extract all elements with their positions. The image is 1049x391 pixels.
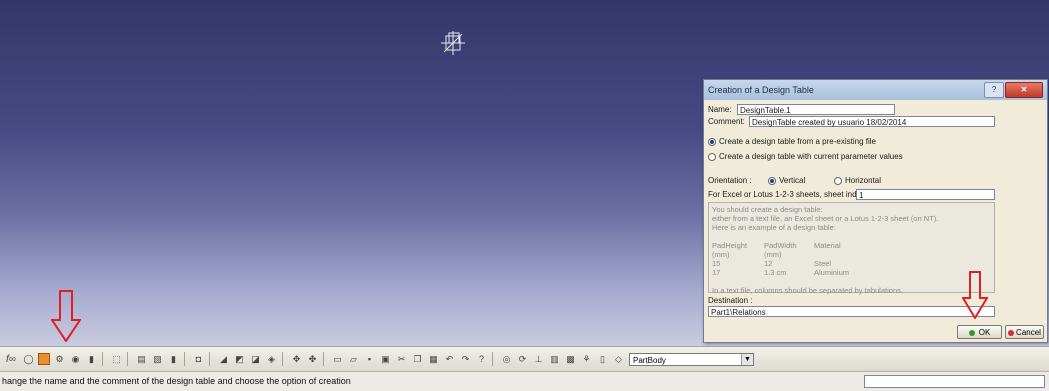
- help-button[interactable]: ?: [984, 82, 1004, 98]
- cut-icon[interactable]: ✂: [395, 353, 408, 366]
- example-header-row: PadHeight (mm) PadWidth (mm) Material: [712, 241, 841, 259]
- separator: [323, 352, 324, 366]
- pocket-icon[interactable]: ▧: [151, 353, 164, 366]
- formula-icon[interactable]: f∞: [3, 353, 19, 366]
- swap-icon[interactable]: ▯: [596, 353, 609, 366]
- option-pre-existing-file[interactable]: Create a design table from a pre-existin…: [708, 137, 876, 146]
- ok-icon: [968, 329, 975, 336]
- hide-show-icon[interactable]: ⚘: [580, 353, 593, 366]
- radio-icon[interactable]: [708, 152, 716, 161]
- comment-icon[interactable]: ◯: [22, 353, 35, 366]
- orientation-vertical[interactable]: Vertical: [768, 176, 805, 185]
- separator: [209, 352, 210, 366]
- cancel-icon: [1008, 329, 1015, 336]
- pad-icon[interactable]: ▤: [135, 353, 148, 366]
- radio-selected-icon[interactable]: [708, 137, 716, 146]
- copy-icon[interactable]: ❐: [411, 353, 424, 366]
- orientation-horizontal[interactable]: Horizontal: [834, 176, 881, 185]
- paste-icon[interactable]: ▦: [427, 353, 440, 366]
- bottom-toolbar: f∞ ◯ ⚙ ◉ ▮ ⬚ ▤ ▧ ▮ ◘ ◢ ◩ ◪ ◈ ✥ ✤ ▭ ▱ ▪ ▣…: [0, 346, 1049, 371]
- help-text-area: You should create a design table: either…: [708, 202, 995, 295]
- name-label: Name:: [708, 105, 732, 114]
- example-row: 17 1.3 cm Aluminium: [712, 268, 850, 277]
- separator: [127, 352, 128, 366]
- close-button[interactable]: ✕: [1005, 82, 1043, 98]
- render-icon[interactable]: ▩: [564, 353, 577, 366]
- shaft-icon[interactable]: ▮: [167, 353, 180, 366]
- dialog-title-bar[interactable]: Creation of a Design Table ? ✕: [704, 80, 1047, 100]
- chamfer-icon[interactable]: ◩: [233, 353, 246, 366]
- option-current-values[interactable]: Create a design table with current param…: [708, 152, 903, 161]
- comment-label: Comment:: [708, 117, 745, 126]
- compass-icon[interactable]: [440, 30, 466, 56]
- annotation-arrow-ok: [962, 271, 988, 319]
- body-select[interactable]: PartBody ▼: [629, 352, 754, 366]
- sheet-index-label: For Excel or Lotus 1-2-3 sheets, sheet i…: [708, 190, 870, 199]
- transform-icon[interactable]: ✥: [290, 353, 303, 366]
- rule-icon[interactable]: ▮: [85, 353, 98, 366]
- dialog-title: Creation of a Design Table: [708, 85, 814, 95]
- example-row: 15 12 Steel: [712, 259, 832, 268]
- knowledge-icon[interactable]: ◉: [69, 353, 82, 366]
- separator: [492, 352, 493, 366]
- comment-field[interactable]: DesignTable created by usuario 18/02/201…: [749, 116, 995, 127]
- radio-selected-icon[interactable]: [768, 176, 776, 185]
- draft-icon[interactable]: ◪: [249, 353, 262, 366]
- separator: [282, 352, 283, 366]
- open-icon[interactable]: ▱: [347, 353, 360, 366]
- print-icon[interactable]: ▣: [379, 353, 392, 366]
- separator: [102, 352, 103, 366]
- whats-this-icon[interactable]: ?: [475, 353, 488, 366]
- command-input[interactable]: [864, 375, 1045, 388]
- status-message: hange the name and the comment of the de…: [2, 376, 351, 386]
- destination-field[interactable]: Part1\Relations: [708, 306, 995, 317]
- save-icon[interactable]: ▪: [363, 353, 376, 366]
- ok-button[interactable]: OK: [957, 325, 1002, 339]
- fillet-icon[interactable]: ◢: [217, 353, 230, 366]
- design-table-dialog: Creation of a Design Table ? ✕ Name: Des…: [703, 79, 1048, 343]
- view-icon[interactable]: ▥: [548, 353, 561, 366]
- fly-mode-icon[interactable]: ◎: [500, 353, 513, 366]
- hole-icon[interactable]: ◘: [192, 353, 205, 366]
- sketcher-icon[interactable]: ⬚: [110, 353, 123, 366]
- chevron-down-icon[interactable]: ▼: [741, 353, 753, 365]
- design-table-icon[interactable]: [38, 353, 50, 365]
- rotate-icon[interactable]: ⟳: [516, 353, 529, 366]
- radio-icon[interactable]: [834, 176, 842, 185]
- axis-icon[interactable]: ⊥: [532, 353, 545, 366]
- name-field[interactable]: DesignTable.1: [737, 104, 895, 115]
- cancel-button[interactable]: Cancel: [1005, 325, 1044, 339]
- status-bar: hange the name and the comment of the de…: [0, 371, 1049, 391]
- new-icon[interactable]: ▭: [331, 353, 344, 366]
- orientation-label: Orientation :: [708, 176, 752, 185]
- destination-label: Destination :: [708, 296, 753, 305]
- law-icon[interactable]: ⚙: [53, 353, 66, 366]
- pattern-icon[interactable]: ✤: [306, 353, 319, 366]
- shell-icon[interactable]: ◈: [265, 353, 278, 366]
- body-icon[interactable]: ◇: [612, 353, 625, 366]
- undo-icon[interactable]: ↶: [443, 353, 456, 366]
- annotation-arrow-left: [51, 290, 81, 342]
- sheet-index-field[interactable]: 1: [856, 189, 995, 200]
- separator: [184, 352, 185, 366]
- redo-icon[interactable]: ↷: [459, 353, 472, 366]
